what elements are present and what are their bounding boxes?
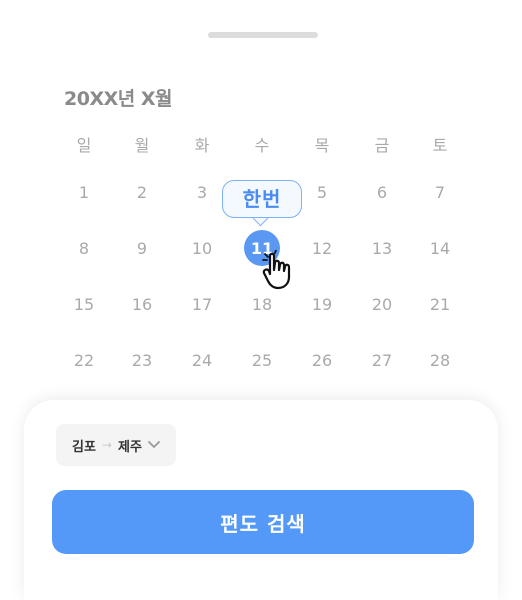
tap-once-tooltip: 한번 (222, 180, 302, 218)
destination-label: 제주 (117, 439, 142, 455)
calendar-day[interactable]: 8 (54, 239, 114, 258)
calendar-day[interactable]: 14 (410, 239, 470, 258)
calendar-day[interactable]: 25 (232, 351, 292, 370)
weekday-label: 목 (314, 136, 330, 155)
calendar-day[interactable]: 17 (172, 295, 232, 314)
calendar-day[interactable]: 10 (172, 239, 232, 258)
chevron-down-icon (148, 441, 160, 448)
calendar-day[interactable]: 9 (112, 239, 172, 258)
sheet-drag-handle[interactable] (208, 32, 318, 38)
route-arrow-icon: → (101, 438, 112, 452)
calendar-day[interactable]: 24 (172, 351, 232, 370)
weekday-label: 토 (432, 136, 448, 155)
one-way-search-button[interactable]: 편도 검색 (52, 490, 474, 554)
calendar-day[interactable]: 21 (410, 295, 470, 314)
origin-label: 김포 (72, 439, 96, 455)
month-title: 20XX년 X월 (64, 88, 172, 110)
calendar-day[interactable]: 27 (352, 351, 412, 370)
weekday-label: 일 (76, 136, 92, 155)
tap-hand-icon (262, 250, 291, 290)
calendar-day[interactable]: 15 (54, 295, 114, 314)
calendar-day[interactable]: 28 (410, 351, 470, 370)
calendar-day[interactable]: 7 (410, 183, 470, 202)
calendar-day[interactable]: 6 (352, 183, 412, 202)
weekday-label: 월 (134, 136, 150, 155)
calendar-day[interactable]: 22 (54, 351, 114, 370)
calendar-day[interactable]: 1 (54, 183, 114, 202)
calendar-day[interactable]: 18 (232, 295, 292, 314)
weekday-label: 금 (374, 136, 390, 155)
calendar-day[interactable]: 26 (292, 351, 352, 370)
calendar-day[interactable]: 19 (292, 295, 352, 314)
weekday-label: 화 (194, 136, 210, 155)
calendar-day[interactable]: 2 (112, 183, 172, 202)
calendar-day[interactable]: 13 (352, 239, 412, 258)
calendar-day[interactable]: 20 (352, 295, 412, 314)
calendar-day[interactable]: 16 (112, 295, 172, 314)
weekday-label: 수 (254, 136, 270, 155)
route-selector[interactable]: 김포 → 제주 (56, 424, 176, 466)
calendar-day[interactable]: 23 (112, 351, 172, 370)
